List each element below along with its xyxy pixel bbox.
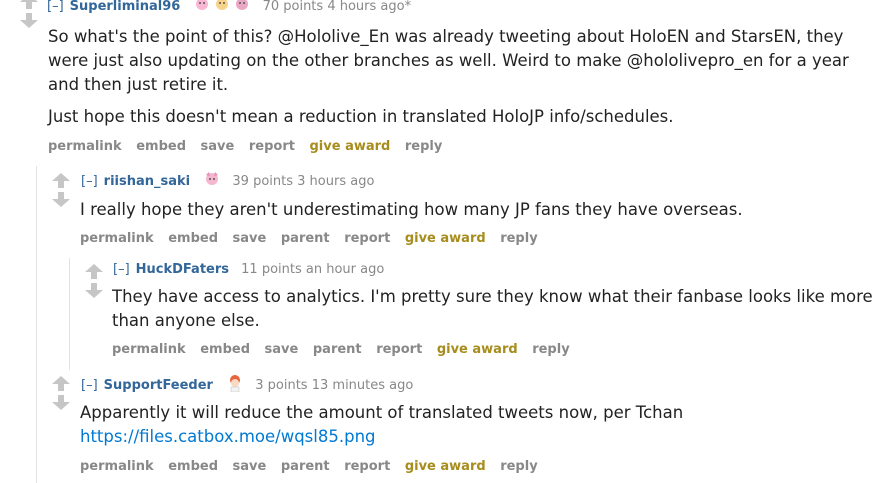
permalink-button[interactable]: permalink (80, 231, 154, 246)
comment-author[interactable]: Superliminal96 (70, 0, 181, 14)
report-button[interactable]: report (249, 139, 295, 154)
reply-button[interactable]: reply (500, 459, 537, 474)
downvote-arrow-icon[interactable] (20, 13, 38, 28)
collapse-toggle[interactable]: [–] (113, 262, 130, 277)
downvote-arrow-icon[interactable] (85, 283, 103, 298)
permalink-button[interactable]: permalink (48, 139, 122, 154)
comment-author[interactable]: HuckDFaters (136, 262, 229, 277)
reply-button[interactable]: reply (500, 231, 537, 246)
give-award-button[interactable]: give award (405, 231, 486, 246)
comment-link[interactable]: https://files.catbox.moe/wqsl85.png (80, 427, 376, 446)
save-button[interactable]: save (201, 139, 235, 154)
report-button[interactable]: report (344, 459, 390, 474)
give-award-button[interactable]: give award (405, 459, 486, 474)
comment-timestamp: 3 hours ago (297, 174, 375, 189)
comment-tagline: [–] HuckDFaters 11 points an hour ago (113, 262, 384, 278)
report-button[interactable]: report (376, 342, 422, 357)
permalink-button[interactable]: permalink (112, 342, 186, 357)
thread-line (36, 166, 37, 483)
give-award-button[interactable]: give award (310, 139, 391, 154)
permalink-button[interactable]: permalink (80, 459, 154, 474)
collapse-toggle[interactable]: [–] (47, 0, 64, 14)
user-flair-icon (227, 374, 243, 397)
embed-button[interactable]: embed (200, 342, 250, 357)
downvote-arrow-icon[interactable] (52, 395, 70, 410)
comment-buttons: permalink embed save report give award r… (48, 139, 452, 154)
comment-timestamp: 13 minutes ago (311, 378, 414, 393)
parent-button[interactable]: parent (313, 342, 362, 357)
comment-buttons: permalink embed save parent report give … (80, 231, 548, 246)
comment-score: 70 points (262, 0, 324, 14)
downvote-arrow-icon[interactable] (52, 192, 70, 207)
comment-paragraph: They have access to analytics. I'm prett… (112, 287, 873, 330)
comment-score: 11 points (241, 262, 302, 277)
vote-controls (52, 376, 70, 414)
comment-timestamp: 4 hours ago* (327, 0, 412, 14)
comment-paragraph: Apparently it will reduce the amount of … (80, 403, 684, 422)
comment-paragraph: So what's the point of this? @Hololive_E… (48, 27, 849, 94)
comment-score: 39 points (232, 174, 294, 189)
reply-button[interactable]: reply (405, 139, 442, 154)
comment-score: 3 points (255, 378, 308, 393)
comment-tagline: [–] Superliminal96 70 points 4 hours ago* (47, 0, 411, 17)
parent-button[interactable]: parent (281, 231, 330, 246)
comment-author[interactable]: riishan_saki (104, 174, 190, 189)
upvote-arrow-icon[interactable] (52, 376, 70, 391)
comment-tagline: [–] riishan_saki 39 points 3 hours ago (81, 171, 374, 192)
comment-buttons: permalink embed save parent report give … (80, 459, 548, 474)
upvote-arrow-icon[interactable] (52, 173, 70, 188)
embed-button[interactable]: embed (168, 231, 218, 246)
save-button[interactable]: save (233, 231, 267, 246)
upvote-arrow-icon[interactable] (85, 264, 103, 279)
give-award-button[interactable]: give award (437, 342, 518, 357)
save-button[interactable]: save (233, 459, 267, 474)
comment-timestamp: an hour ago (305, 262, 385, 277)
comment-paragraph: Just hope this doesn't mean a reduction … (48, 107, 674, 126)
save-button[interactable]: save (265, 342, 299, 357)
vote-controls (20, 0, 38, 32)
reply-button[interactable]: reply (532, 342, 569, 357)
embed-button[interactable]: embed (168, 459, 218, 474)
vote-controls (52, 173, 70, 211)
vote-controls (85, 264, 103, 302)
collapse-toggle[interactable]: [–] (81, 378, 98, 393)
comment-body: I really hope they aren't underestimatin… (80, 198, 870, 230)
comment-body: They have access to analytics. I'm prett… (112, 285, 876, 341)
parent-button[interactable]: parent (281, 459, 330, 474)
user-flair-icon (204, 171, 220, 192)
report-button[interactable]: report (344, 231, 390, 246)
comment-body: Apparently it will reduce the amount of … (80, 401, 870, 449)
comment-author[interactable]: SupportFeeder (104, 378, 213, 393)
comment-body: So what's the point of this? @Hololive_E… (48, 25, 868, 137)
upvote-arrow-icon[interactable] (20, 0, 38, 9)
collapse-toggle[interactable]: [–] (81, 174, 98, 189)
user-flair-icon (194, 0, 250, 17)
comment-buttons: permalink embed save parent report give … (112, 342, 580, 357)
comment-paragraph: I really hope they aren't underestimatin… (80, 200, 743, 219)
comment-tagline: [–] SupportFeeder 3 points 13 minutes ago (81, 374, 413, 397)
embed-button[interactable]: embed (136, 139, 186, 154)
thread-line (69, 258, 70, 370)
